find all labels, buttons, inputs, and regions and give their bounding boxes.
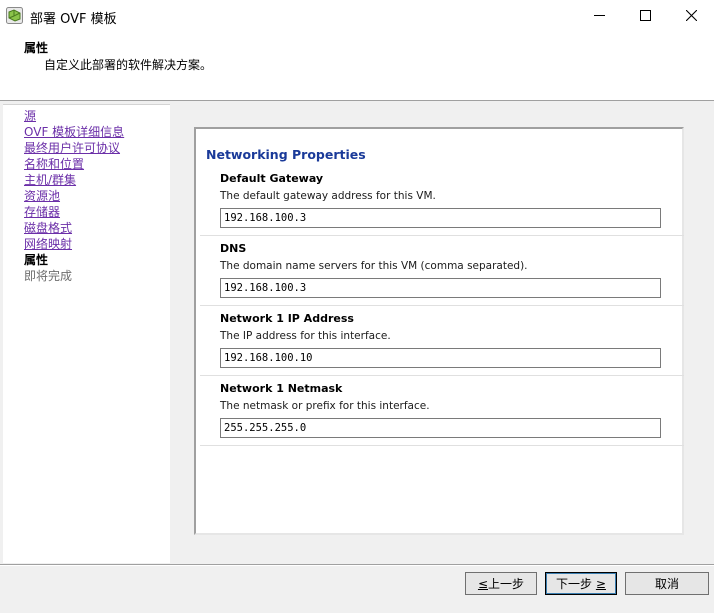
close-button[interactable] (668, 0, 714, 31)
next-button[interactable]: 下一步 ≥ (545, 572, 617, 595)
page-title: 属性 (24, 41, 49, 55)
minimize-button[interactable] (576, 0, 622, 31)
nav-step-source[interactable]: 源 (24, 108, 36, 124)
property-label: DNS (220, 242, 247, 255)
maximize-button[interactable] (622, 0, 668, 31)
property-description: The domain name servers for this VM (com… (220, 260, 528, 272)
next-label: 下一步 (556, 577, 593, 591)
nav-step-ovf-details[interactable]: OVF 模板详细信息 (24, 124, 124, 140)
properties-panel[interactable]: Networking Properties Default Gateway Th… (194, 127, 684, 535)
default-gateway-input[interactable]: 192.168.100.3 (220, 208, 661, 228)
dns-input[interactable]: 192.168.100.3 (220, 278, 661, 298)
close-icon (685, 10, 697, 21)
next-mnemonic: ≥ (595, 576, 606, 591)
cancel-label: 取消 (654, 577, 679, 591)
back-label: 上一步 (488, 577, 525, 591)
footer-divider (0, 564, 714, 565)
section-title: Networking Properties (206, 147, 366, 162)
maximize-icon (639, 10, 651, 21)
nav-step-eula[interactable]: 最终用户许可协议 (24, 140, 120, 156)
divider (200, 375, 684, 376)
minimize-icon (593, 15, 605, 16)
nav-step-name-location[interactable]: 名称和位置 (24, 156, 84, 172)
wizard-steps-nav: 源 OVF 模板详细信息 最终用户许可协议 名称和位置 主机/群集 资源池 存储… (3, 104, 170, 563)
property-label: Default Gateway (220, 172, 324, 185)
property-description: The IP address for this interface. (220, 330, 391, 342)
property-description: The netmask or prefix for this interface… (220, 400, 430, 412)
nav-step-storage[interactable]: 存储器 (24, 204, 60, 220)
property-label: Network 1 IP Address (220, 312, 354, 325)
wizard-header: 属性 自定义此部署的软件解决方案。 (0, 31, 714, 101)
network1-ip-input[interactable]: 192.168.100.10 (220, 348, 661, 368)
page-subtitle: 自定义此部署的软件解决方案。 (44, 58, 213, 72)
nav-step-disk-format[interactable]: 磁盘格式 (24, 220, 72, 236)
vsphere-icon (6, 7, 23, 24)
nav-step-properties: 属性 (24, 253, 49, 267)
property-description: The default gateway address for this VM. (220, 190, 436, 202)
window-title: 部署 OVF 模板 (30, 12, 117, 27)
nav-step-resource-pool[interactable]: 资源池 (24, 188, 60, 204)
back-mnemonic: ≤ (477, 576, 489, 591)
divider (200, 235, 684, 236)
network1-netmask-input[interactable]: 255.255.255.0 (220, 418, 661, 438)
title-bar: 部署 OVF 模板 (0, 0, 714, 31)
divider (200, 305, 684, 306)
nav-step-network-mapping[interactable]: 网络映射 (24, 236, 72, 252)
back-button[interactable]: ≤ 上一步 (465, 572, 537, 595)
property-label: Network 1 Netmask (220, 382, 343, 395)
divider (200, 445, 684, 446)
nav-step-host-cluster[interactable]: 主机/群集 (24, 172, 76, 188)
cancel-button[interactable]: 取消 (625, 572, 709, 595)
nav-step-ready-to-complete: 即将完成 (24, 269, 73, 283)
